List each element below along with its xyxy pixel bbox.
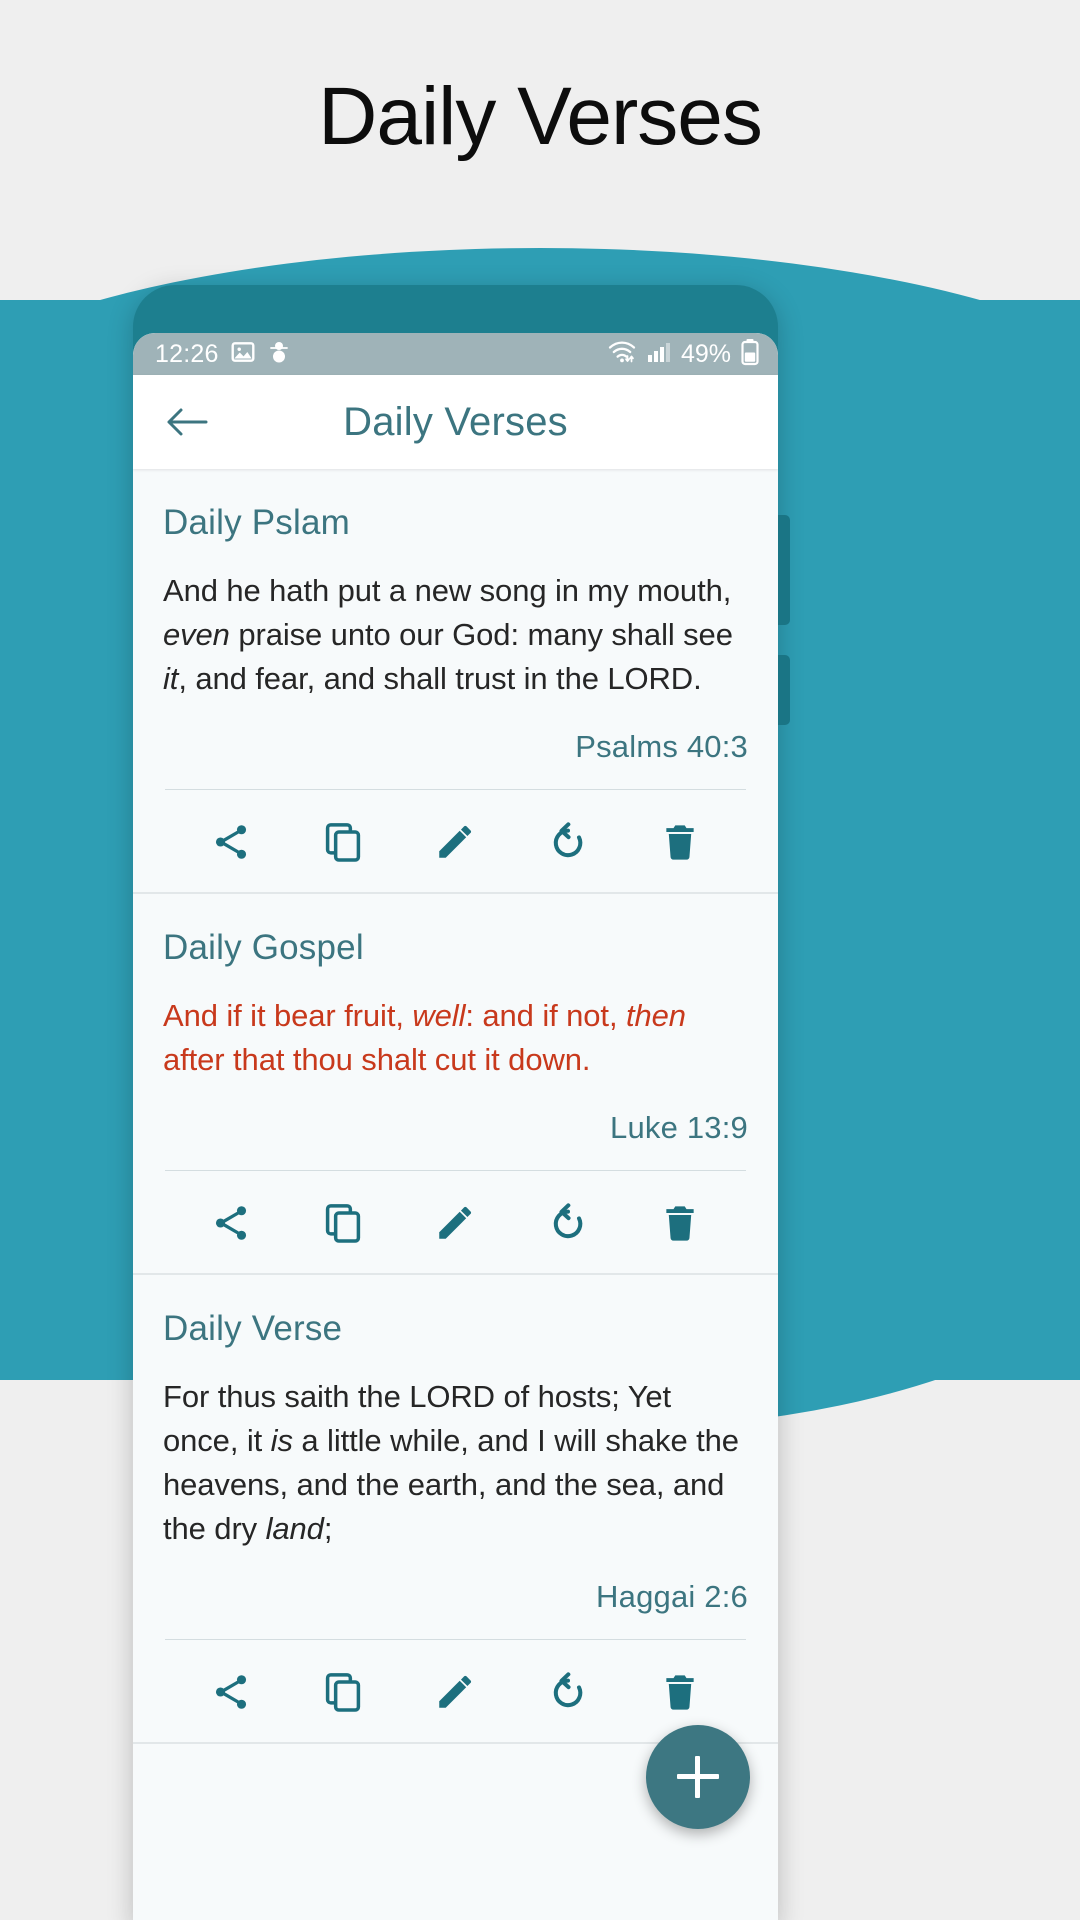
phone-screen: 12:26 49% Daily Verses Daily Pslam And h… (133, 333, 778, 1920)
verse-card-0[interactable]: Daily Pslam And he hath put a new song i… (133, 469, 778, 895)
share-button[interactable] (198, 1664, 264, 1720)
phone-mockup: 12:26 49% Daily Verses Daily Pslam And h… (133, 285, 790, 1920)
status-bar-left: 12:26 (155, 339, 291, 370)
wifi-icon (607, 339, 637, 370)
verse-text: And he hath put a new song in my mouth, … (163, 573, 733, 697)
verse-actions (163, 1171, 748, 1273)
status-time: 12:26 (155, 339, 219, 368)
verse-text: And if it bear fruit, well: and if not, … (163, 998, 686, 1078)
screenshot-root: Daily Verses 12:26 49% Daily Verses Dail… (0, 0, 1080, 1920)
copy-icon (326, 1204, 361, 1243)
verse-reference: Psalms 40:3 (575, 729, 748, 765)
share-button[interactable] (198, 814, 264, 870)
refresh-button[interactable] (535, 1664, 601, 1720)
page-title: Daily Verses (318, 71, 763, 162)
snowman-icon (267, 339, 291, 370)
trash-icon (666, 1206, 694, 1241)
edit-button[interactable] (422, 1664, 488, 1720)
delete-button[interactable] (647, 1195, 713, 1251)
copy-button[interactable] (310, 1664, 376, 1720)
delete-button[interactable] (647, 1664, 713, 1720)
phone-volume-button (778, 655, 790, 725)
copy-button[interactable] (310, 814, 376, 870)
add-verse-fab[interactable] (646, 1725, 750, 1829)
trash-icon (666, 1675, 694, 1710)
app-bar: Daily Verses (133, 375, 778, 469)
plus-icon (677, 1756, 719, 1798)
pencil-icon (439, 825, 472, 858)
signal-icon (646, 339, 672, 370)
pencil-icon (439, 1676, 472, 1708)
back-arrow-icon (167, 408, 208, 436)
refresh-icon (553, 1672, 582, 1708)
verse-card-title: Daily Gospel (163, 928, 364, 968)
verse-reference: Luke 13:9 (610, 1110, 748, 1146)
verse-list: Daily Pslam And he hath put a new song i… (133, 469, 778, 1745)
verse-card-title: Daily Verse (163, 1309, 343, 1349)
copy-button[interactable] (310, 1195, 376, 1251)
verse-card-2[interactable]: Daily Verse For thus saith the LORD of h… (133, 1275, 778, 1745)
trash-icon (666, 825, 694, 860)
delete-button[interactable] (647, 814, 713, 870)
verse-reference: Haggai 2:6 (596, 1579, 748, 1615)
copy-icon (326, 823, 361, 862)
share-button[interactable] (198, 1195, 264, 1251)
verse-actions (163, 1640, 748, 1742)
back-button[interactable] (159, 394, 215, 450)
app-bar-title: Daily Verses (343, 399, 568, 444)
phone-power-button (778, 515, 790, 625)
verse-card-title: Daily Pslam (163, 503, 350, 542)
refresh-button[interactable] (535, 1195, 601, 1251)
image-icon (230, 339, 256, 370)
edit-button[interactable] (422, 1195, 488, 1251)
battery-percent: 49% (680, 339, 731, 368)
battery-icon (740, 338, 760, 371)
verse-actions (163, 790, 748, 892)
status-bar: 12:26 49% (133, 333, 778, 375)
share-icon (216, 825, 247, 859)
refresh-button[interactable] (535, 814, 601, 870)
share-icon (216, 1206, 247, 1240)
copy-icon (326, 1673, 361, 1712)
verse-card-1[interactable]: Daily Gospel And if it bear fruit, well:… (133, 894, 778, 1276)
status-bar-right: 49% (607, 338, 760, 371)
share-icon (216, 1675, 247, 1709)
refresh-icon (553, 1203, 582, 1239)
edit-button[interactable] (422, 814, 488, 870)
pencil-icon (439, 1206, 472, 1239)
verse-text: For thus saith the LORD of hosts; Yet on… (163, 1379, 739, 1547)
refresh-icon (553, 822, 582, 858)
